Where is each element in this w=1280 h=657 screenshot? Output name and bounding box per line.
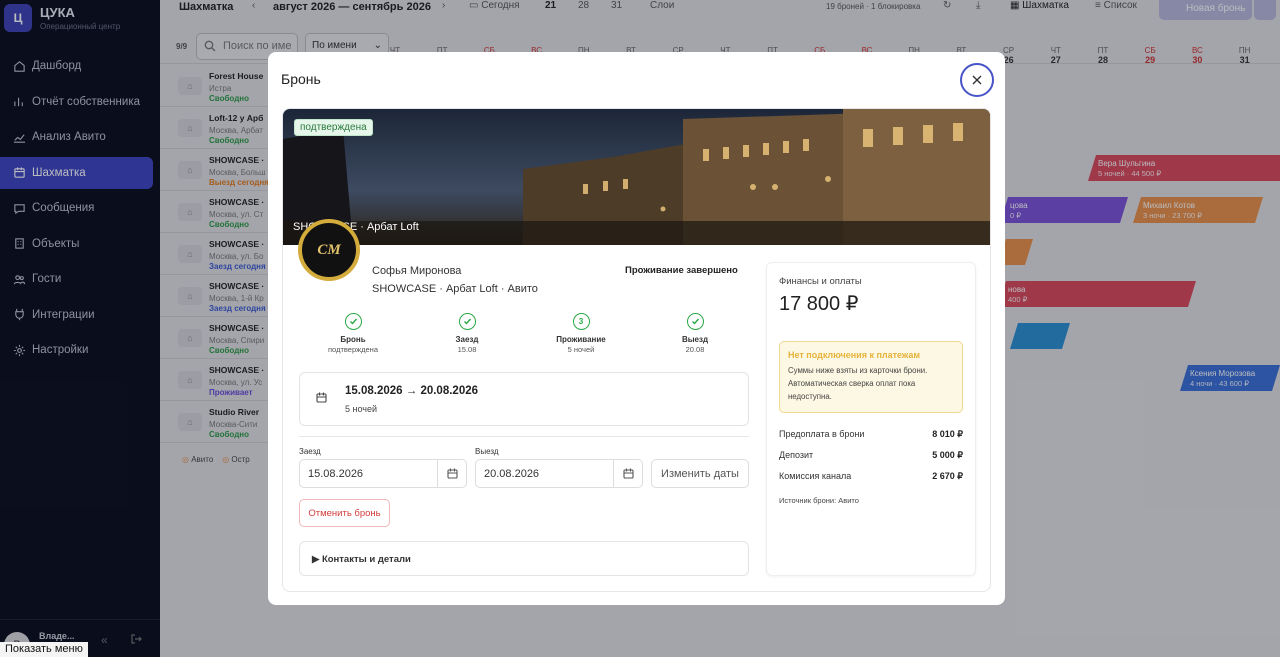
finance-row-value: 2 670 ₽ — [932, 471, 963, 481]
close-button[interactable] — [960, 63, 994, 97]
finance-title: Финансы и оплаты — [779, 276, 862, 287]
finance-row-label: Комиссия канала — [779, 471, 852, 481]
payments-warning: Нет подключения к платежам Суммы ниже вз… — [779, 341, 963, 413]
object-line: SHOWCASE · Арбат Loft · Авито — [372, 283, 538, 295]
progress-step: Бронь подтверждена — [313, 313, 393, 354]
nights-count: 5 ночей — [345, 404, 378, 414]
finance-row-label: Депозит — [779, 450, 814, 460]
change-dates-button[interactable]: Изменить даты — [651, 459, 749, 488]
contacts-details-toggle[interactable]: ▶ Контакты и детали — [299, 541, 749, 576]
checkin-calendar-icon[interactable] — [437, 460, 466, 487]
finance-panel: Финансы и оплаты 17 800 ₽ Нет подключени… — [766, 262, 976, 576]
finance-row-value: 8 010 ₽ — [932, 429, 963, 439]
step-label: Выезд — [681, 335, 709, 344]
checkout-calendar-icon[interactable] — [613, 460, 642, 487]
checkin-field[interactable]: 15.08.2026 — [299, 459, 467, 488]
cancel-booking-button[interactable]: Отменить бронь — [299, 499, 390, 527]
step-number: 3 — [572, 313, 590, 330]
checkin-label: Заезд — [299, 447, 321, 456]
date-range-card: 15.08.2026 → 20.08.2026 5 ночей — [299, 372, 749, 426]
step-label: Бронь — [340, 335, 366, 344]
progress-step: 3 Проживание 5 ночей — [541, 313, 621, 354]
finance-total: 17 800 ₽ — [779, 293, 859, 315]
show-menu-tooltip: Показать меню — [0, 642, 88, 657]
booking-source: Источник брони: Авито — [779, 496, 859, 505]
warning-body: Суммы ниже взяты из карточки брони. Авто… — [788, 366, 928, 401]
finance-row: Депозит 5 000 ₽ — [779, 450, 963, 460]
close-icon — [972, 75, 982, 85]
step-sub: подтверждена — [328, 345, 378, 354]
booking-card: подтверждена SHOWCASE · Арбат Loft CM Со… — [282, 108, 991, 592]
step-label: Заезд — [455, 335, 479, 344]
progress-step: Выезд 20.08 — [655, 313, 735, 354]
step-sub: 5 ночей — [567, 345, 595, 354]
modal-title: Бронь — [281, 71, 321, 87]
divider — [299, 436, 749, 437]
progress-step: Заезд 15.08 — [427, 313, 507, 354]
stay-status: Проживание завершено — [625, 265, 738, 276]
finance-row: Предоплата в брони 8 010 ₽ — [779, 429, 963, 439]
property-logo: CM — [298, 219, 360, 281]
property-photo: подтверждена SHOWCASE · Арбат Loft — [283, 109, 990, 245]
guest-name: Софья Миронова — [372, 265, 462, 277]
check-icon — [686, 313, 704, 330]
step-label: Проживание — [556, 335, 606, 344]
calendar-icon — [316, 392, 327, 403]
step-sub: 20.08 — [685, 345, 705, 354]
booking-modal: Бронь подтверждена SHOWCASE · Арбат Loft… — [268, 52, 1005, 605]
checkin-value: 15.08.2026 — [308, 468, 364, 480]
date-range: 15.08.2026 → 20.08.2026 — [345, 385, 479, 397]
check-icon — [344, 313, 362, 330]
finance-row-label: Предоплата в брони — [779, 429, 865, 439]
checkout-value: 20.08.2026 — [484, 468, 540, 480]
check-icon — [458, 313, 476, 330]
finance-row: Комиссия канала 2 670 ₽ — [779, 471, 963, 481]
warning-title: Нет подключения к платежам — [788, 350, 921, 360]
checkout-field[interactable]: 20.08.2026 — [475, 459, 643, 488]
status-badge: подтверждена — [294, 119, 373, 136]
checkout-label: Выезд — [475, 447, 499, 456]
step-sub: 15.08 — [457, 345, 477, 354]
finance-row-value: 5 000 ₽ — [932, 450, 963, 460]
